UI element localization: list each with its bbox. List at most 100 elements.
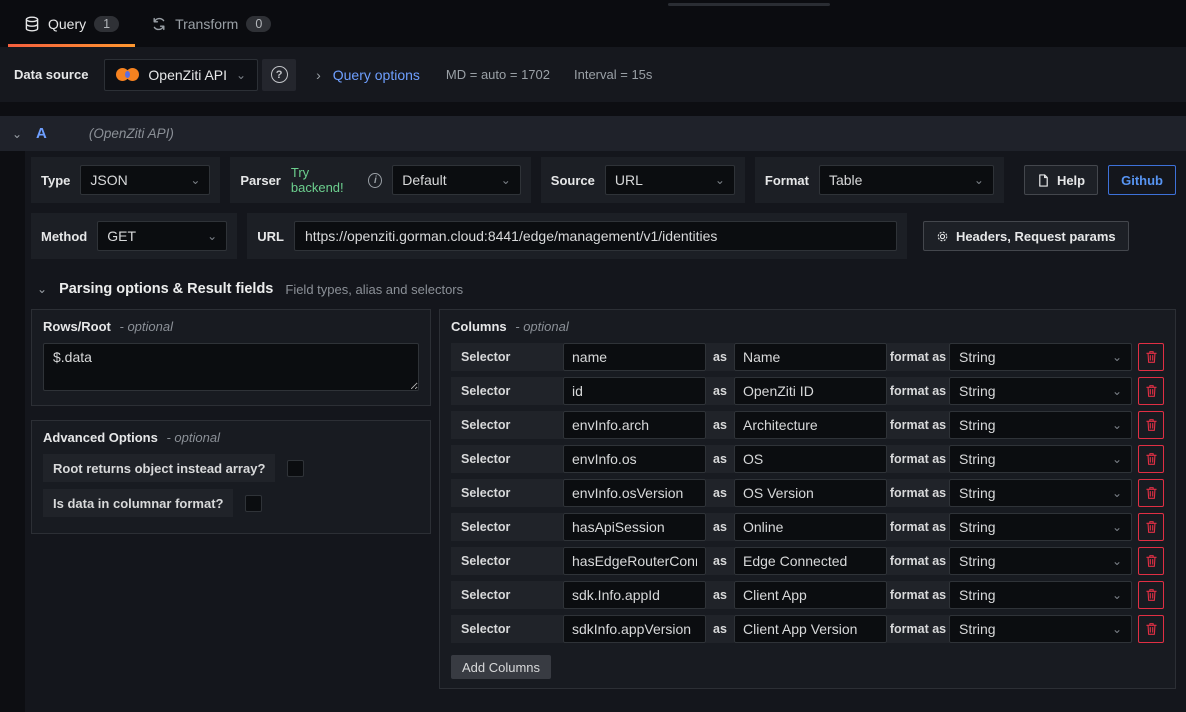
tab-query[interactable]: Query 1 [8, 0, 135, 47]
format-label: Format [765, 173, 809, 188]
try-backend-link[interactable]: Try backend! [291, 165, 359, 195]
format-as-label: format as [887, 581, 949, 609]
rows-root-optional-hint: - optional [120, 319, 173, 334]
trash-icon [1145, 486, 1158, 500]
delete-column-button[interactable] [1138, 513, 1164, 541]
columnar-format-checkbox[interactable] [245, 495, 262, 512]
rows-root-title: Rows/Root [43, 319, 111, 334]
column-alias-input[interactable] [734, 445, 887, 473]
column-selector-input[interactable] [563, 581, 706, 609]
source-select[interactable]: URL ⌄ [605, 165, 735, 195]
parser-field-group: Parser Try backend! i Default ⌄ [230, 157, 530, 203]
headers-request-params-button[interactable]: Headers, Request params [923, 221, 1129, 251]
column-format-value: String [959, 553, 996, 569]
column-format-select[interactable]: String ⌄ [949, 615, 1132, 643]
delete-column-button[interactable] [1138, 479, 1164, 507]
delete-column-button[interactable] [1138, 615, 1164, 643]
method-label: Method [41, 229, 87, 244]
query-row-header: ⌄ A (OpenZiti API) [0, 116, 1186, 151]
parser-label: Parser [240, 173, 280, 188]
column-alias-input[interactable] [734, 411, 887, 439]
selector-label: Selector [451, 445, 563, 473]
collapse-chevron-icon[interactable]: ⌄ [12, 127, 36, 141]
column-row: Selector as format as String ⌄ [451, 581, 1164, 609]
column-alias-input[interactable] [734, 547, 887, 575]
tab-transform[interactable]: Transform 0 [135, 0, 287, 47]
rows-root-input[interactable]: $.data [43, 343, 419, 391]
as-label: as [706, 547, 734, 575]
trash-icon [1145, 622, 1158, 636]
column-alias-input[interactable] [734, 479, 887, 507]
github-button[interactable]: Github [1108, 165, 1176, 195]
format-select[interactable]: Table ⌄ [819, 165, 994, 195]
column-selector-input[interactable] [563, 343, 706, 371]
columns-panel: Columns - optional Selector as format as… [439, 309, 1176, 689]
tab-query-label: Query [48, 16, 86, 32]
column-row: Selector as format as String ⌄ [451, 377, 1164, 405]
column-format-value: String [959, 451, 996, 467]
url-label: URL [257, 229, 284, 244]
column-format-select[interactable]: String ⌄ [949, 343, 1132, 371]
column-selector-input[interactable] [563, 547, 706, 575]
trash-icon [1145, 554, 1158, 568]
trash-icon [1145, 350, 1158, 364]
type-select[interactable]: JSON ⌄ [80, 165, 210, 195]
column-alias-input[interactable] [734, 581, 887, 609]
query-ref-id[interactable]: A [36, 125, 47, 142]
delete-column-button[interactable] [1138, 377, 1164, 405]
column-row: Selector as format as String ⌄ [451, 547, 1164, 575]
delete-column-button[interactable] [1138, 547, 1164, 575]
column-selector-input[interactable] [563, 513, 706, 541]
column-alias-input[interactable] [734, 343, 887, 371]
method-select-value: GET [107, 228, 136, 244]
chevron-down-icon: ⌄ [1112, 554, 1122, 568]
source-select-value: URL [615, 172, 643, 188]
as-label: as [706, 513, 734, 541]
columns-optional-hint: - optional [515, 319, 568, 334]
as-label: as [706, 377, 734, 405]
collapse-chevron-icon[interactable]: ⌄ [37, 282, 47, 296]
url-input[interactable] [294, 221, 897, 251]
parsing-options-grid: Rows/Root - optional $.data Advanced Opt… [31, 309, 1176, 689]
column-format-select[interactable]: String ⌄ [949, 479, 1132, 507]
trash-icon [1145, 588, 1158, 602]
delete-column-button[interactable] [1138, 411, 1164, 439]
trash-icon [1145, 418, 1158, 432]
delete-column-button[interactable] [1138, 343, 1164, 371]
column-alias-input[interactable] [734, 615, 887, 643]
help-button[interactable]: Help [1024, 165, 1098, 195]
delete-column-button[interactable] [1138, 581, 1164, 609]
column-format-select[interactable]: String ⌄ [949, 445, 1132, 473]
datasource-picker[interactable]: OpenZiti API ⌄ [104, 59, 258, 91]
column-format-select[interactable]: String ⌄ [949, 581, 1132, 609]
selector-label: Selector [451, 479, 563, 507]
column-alias-input[interactable] [734, 377, 887, 405]
column-selector-input[interactable] [563, 411, 706, 439]
column-row: Selector as format as String ⌄ [451, 343, 1164, 371]
column-format-select[interactable]: String ⌄ [949, 547, 1132, 575]
parser-select[interactable]: Default ⌄ [392, 165, 521, 195]
column-selector-input[interactable] [563, 479, 706, 507]
method-select[interactable]: GET ⌄ [97, 221, 227, 251]
column-format-select[interactable]: String ⌄ [949, 411, 1132, 439]
column-format-select[interactable]: String ⌄ [949, 377, 1132, 405]
editor-tabbar: Query 1 Transform 0 [0, 0, 1186, 47]
column-format-select[interactable]: String ⌄ [949, 513, 1132, 541]
add-columns-button[interactable]: Add Columns [451, 655, 551, 679]
column-row: Selector as format as String ⌄ [451, 513, 1164, 541]
column-selector-input[interactable] [563, 377, 706, 405]
columnar-format-row: Is data in columnar format? [43, 489, 419, 517]
column-alias-input[interactable] [734, 513, 887, 541]
query-options-link[interactable]: Query options [333, 67, 420, 83]
panel-resize-handle[interactable] [668, 3, 830, 6]
url-field-group: URL [247, 213, 907, 259]
column-selector-input[interactable] [563, 615, 706, 643]
datasource-help-button[interactable]: ? [262, 59, 296, 91]
column-selector-input[interactable] [563, 445, 706, 473]
columnar-format-label: Is data in columnar format? [43, 489, 233, 517]
method-field-group: Method GET ⌄ [31, 213, 237, 259]
column-format-value: String [959, 519, 996, 535]
root-returns-object-checkbox[interactable] [287, 460, 304, 477]
trash-icon [1145, 520, 1158, 534]
delete-column-button[interactable] [1138, 445, 1164, 473]
